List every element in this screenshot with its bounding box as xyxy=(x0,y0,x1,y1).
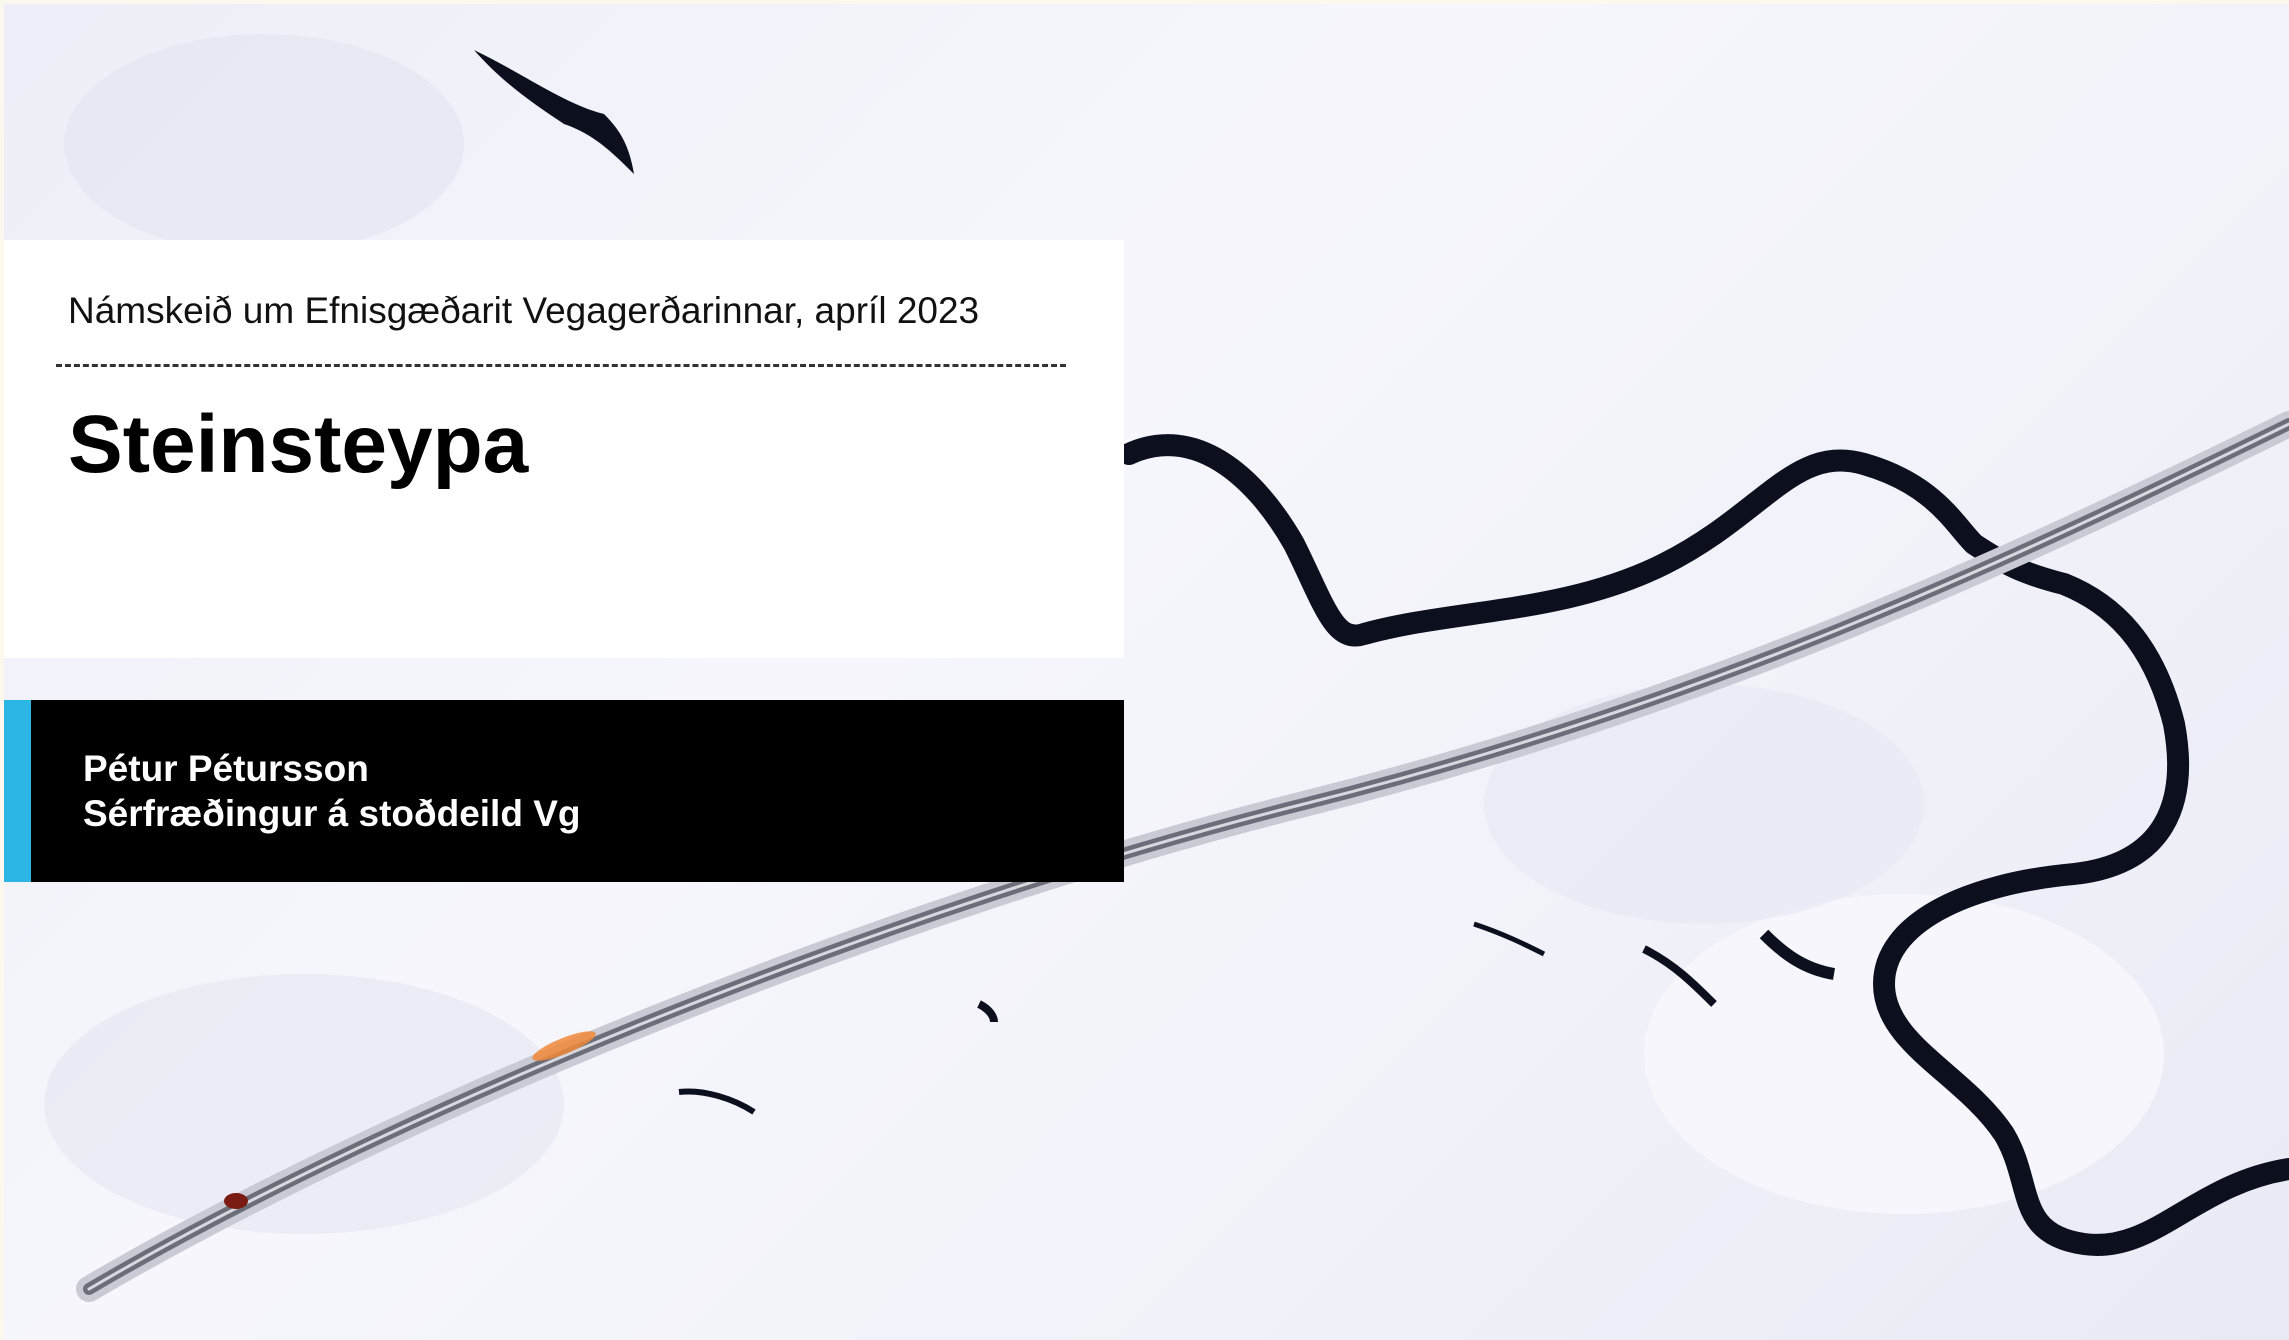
slide: Námskeið um Efnisgæðarit Vegagerðarinnar… xyxy=(4,4,2289,1340)
snow-landscape-photo xyxy=(44,34,2289,1302)
ice-crack xyxy=(1473,921,1546,957)
author-box: Pétur Pétursson Sérfræðingur á stoðdeild… xyxy=(4,700,1124,882)
dashed-divider xyxy=(56,364,1066,367)
accent-bar xyxy=(4,700,31,882)
author-role: Sérfræðingur á stoðdeild Vg xyxy=(83,793,581,834)
course-subtitle: Námskeið um Efnisgæðarit Vegagerðarinnar… xyxy=(68,290,980,331)
title-box: Námskeið um Efnisgæðarit Vegagerðarinnar… xyxy=(4,240,1124,658)
author-name: Pétur Pétursson xyxy=(83,748,369,789)
page-title: Steinsteypa xyxy=(68,399,529,490)
stream xyxy=(474,50,634,174)
snow-mound xyxy=(44,974,564,1234)
snow-mound xyxy=(1484,684,1924,924)
ice-crack xyxy=(977,1000,998,1023)
tunnel-entrance xyxy=(224,1193,248,1209)
snow-mound xyxy=(64,34,464,254)
ice-crack xyxy=(678,1088,756,1115)
